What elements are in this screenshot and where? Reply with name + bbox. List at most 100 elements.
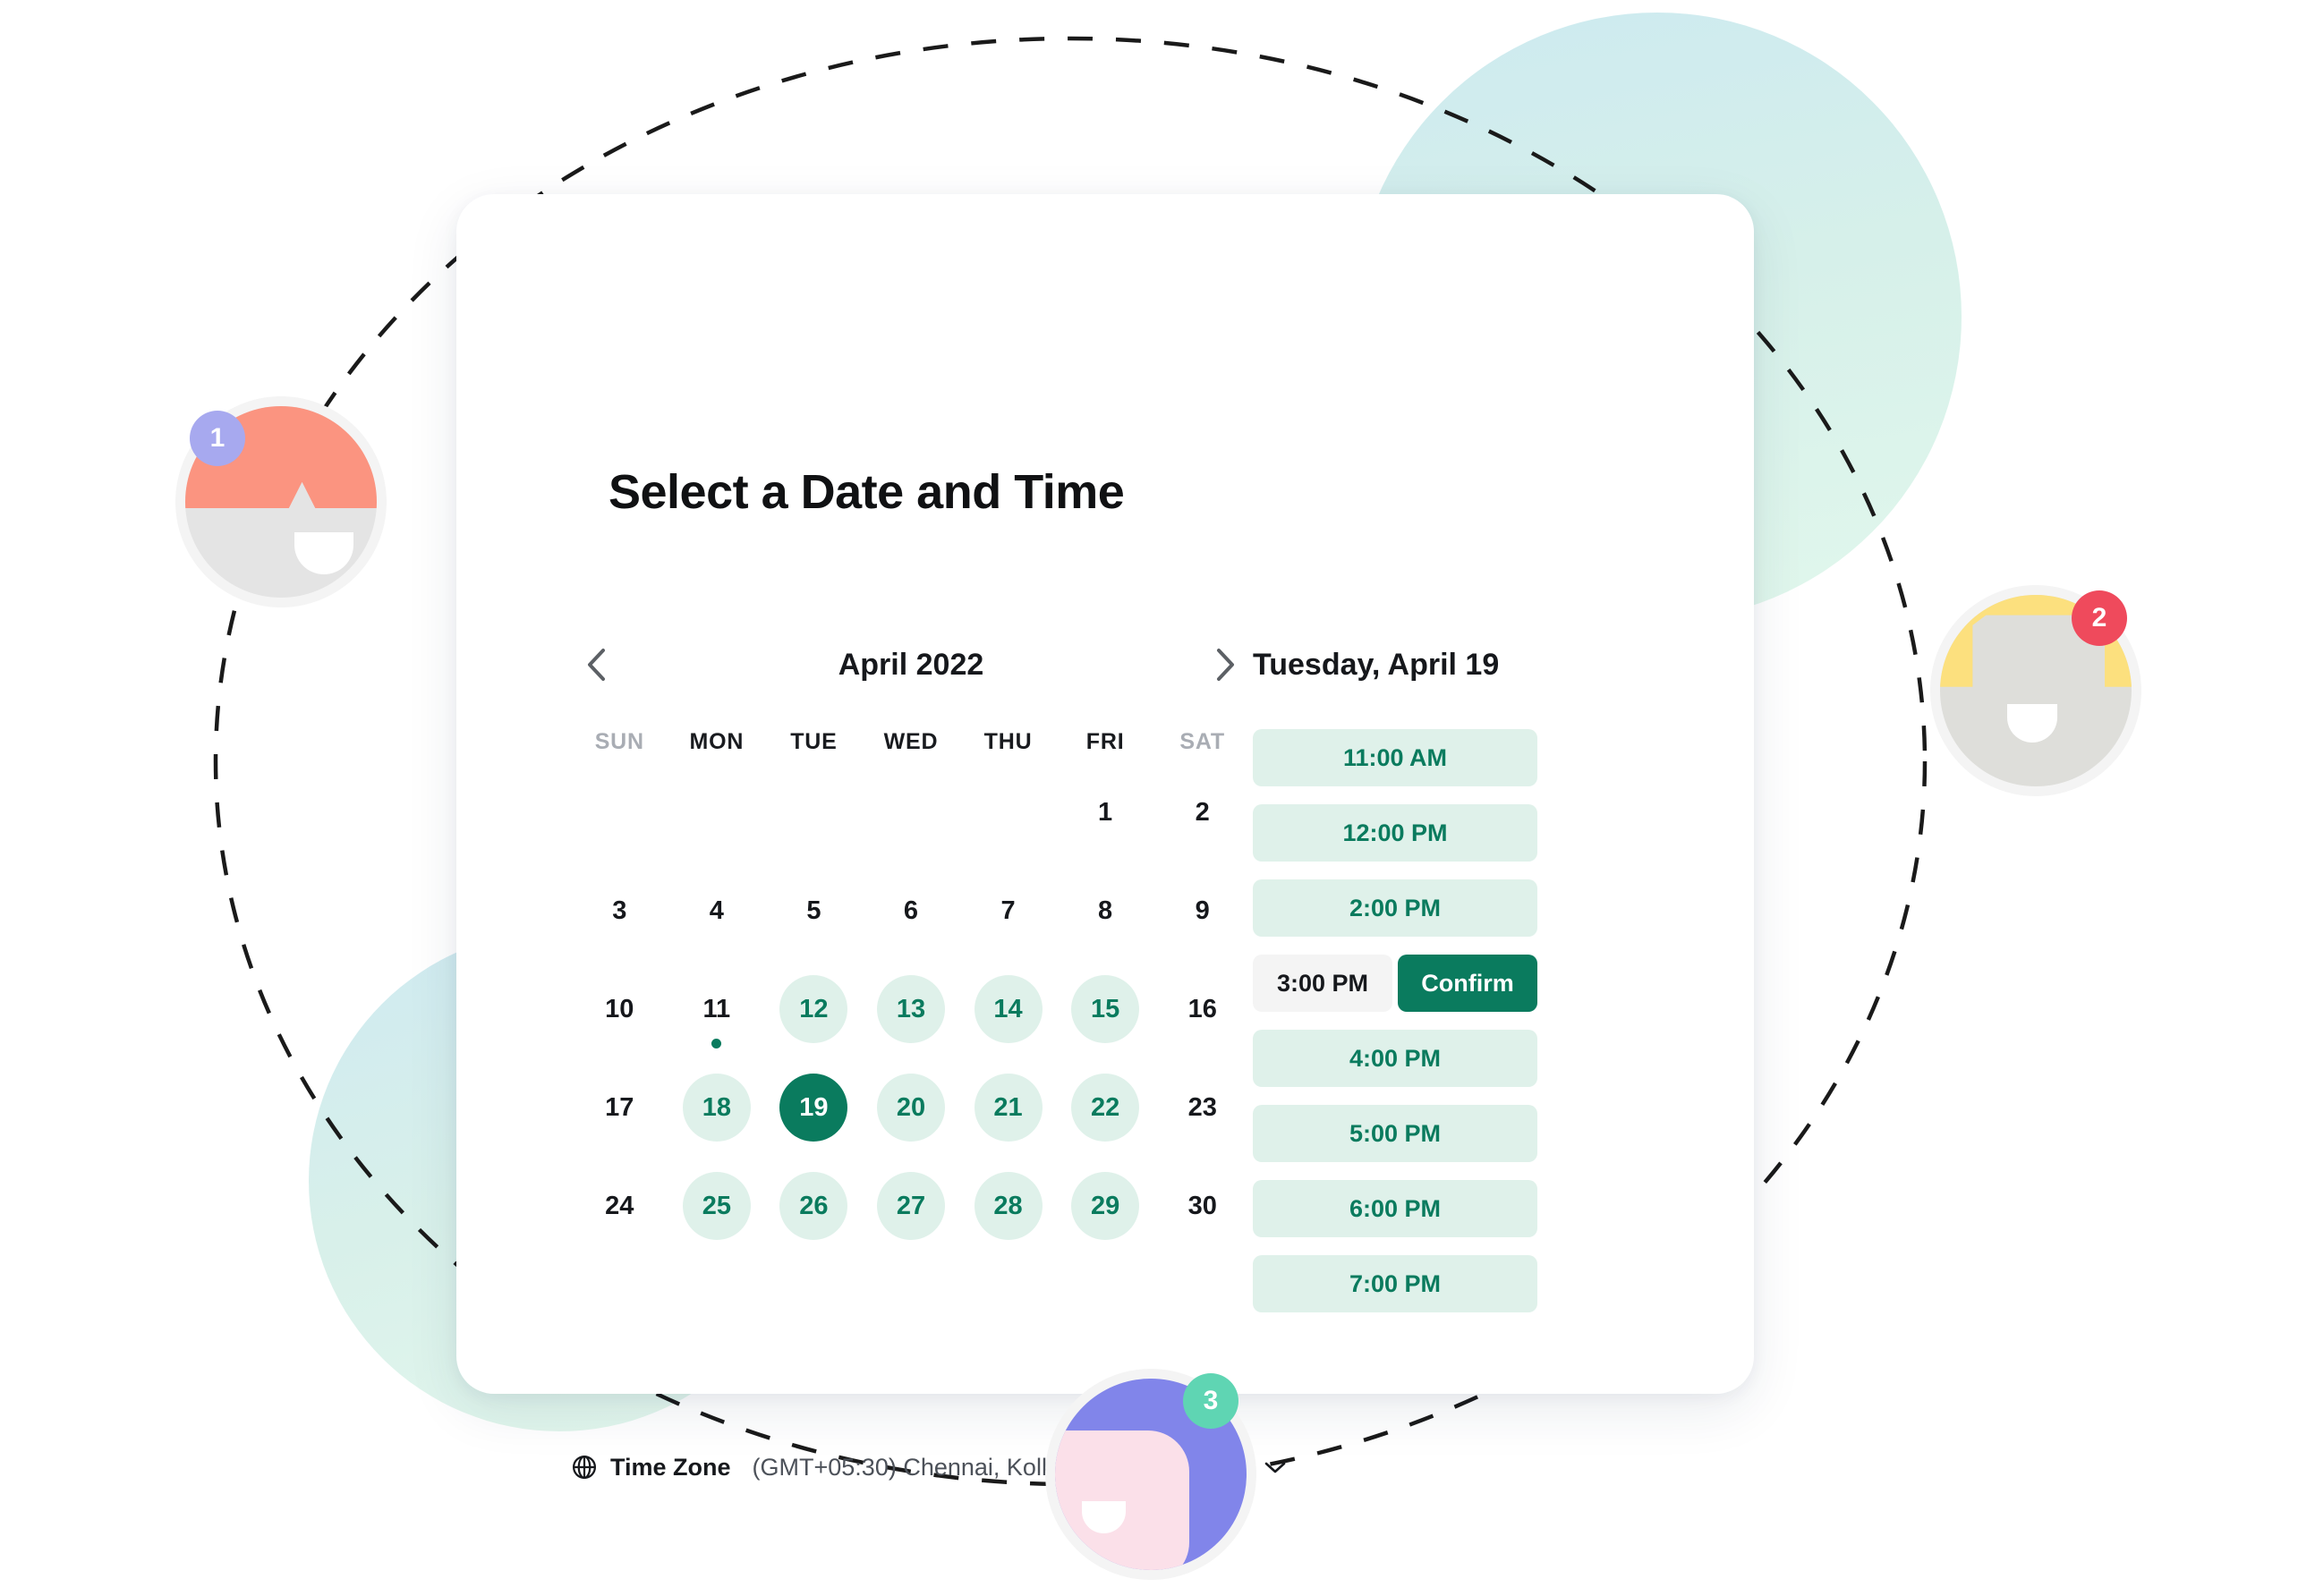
- time-slot-button[interactable]: 4:00 PM: [1253, 1030, 1537, 1087]
- calendar-day: 1: [1057, 771, 1154, 853]
- calendar-day: 5: [765, 870, 863, 952]
- month-label: April 2022: [838, 647, 984, 682]
- calendar-week-row: 10 11 12 13 14 15 16: [571, 968, 1251, 1050]
- calendar-day-number: 4: [709, 896, 724, 925]
- calendar-day-number: 9: [1195, 896, 1210, 925]
- calendar-day-number: 20: [876, 1074, 945, 1142]
- avatar-badge: 1: [190, 411, 245, 466]
- calendar-day-number: 6: [903, 896, 919, 925]
- selected-date-heading: Tuesday, April 19: [1253, 647, 1500, 682]
- calendar-day[interactable]: 22: [1057, 1066, 1154, 1149]
- calendar-day: 16: [1153, 968, 1251, 1050]
- weekday-header: SAT: [1179, 729, 1225, 754]
- chevron-left-icon: [588, 649, 605, 681]
- calendar-day-number: 7: [1000, 896, 1016, 925]
- calendar-day-number: 3: [612, 896, 627, 925]
- calendar-day-number: 29: [1071, 1172, 1140, 1240]
- calendar-day[interactable]: 13: [863, 968, 960, 1050]
- calendar-day-empty: [765, 771, 863, 853]
- calendar-grid: 1 2 3 4 5 6 7 8 9 10 11 12 13 14 15 16 17 18 19 20 21 22 23 24 2…: [571, 771, 1253, 1247]
- calendar-day[interactable]: 26: [765, 1165, 863, 1247]
- calendar-day-number: 30: [1187, 1191, 1217, 1220]
- calendar-day-number: 8: [1098, 896, 1113, 925]
- time-slot-button[interactable]: 7:00 PM: [1253, 1255, 1537, 1312]
- calendar-day-empty: [863, 771, 960, 853]
- avatar-badge: 3: [1183, 1373, 1238, 1429]
- confirm-button[interactable]: Confirm: [1398, 955, 1537, 1012]
- calendar-day: 11: [668, 968, 766, 1050]
- time-slot-selected-row: 3:00 PM Confirm: [1253, 955, 1537, 1012]
- calendar-day-number: 24: [605, 1191, 634, 1220]
- calendar-day-number: 27: [876, 1172, 945, 1240]
- chevron-right-icon: [1217, 649, 1234, 681]
- calendar-header: April 2022: [571, 640, 1251, 690]
- calendar-day: 8: [1057, 870, 1154, 952]
- time-slot-button[interactable]: 5:00 PM: [1253, 1105, 1537, 1162]
- calendar-week-row: 12: [571, 771, 1251, 853]
- calendar-day-number: 1: [1098, 797, 1113, 827]
- calendar-day[interactable]: 27: [863, 1165, 960, 1247]
- calendar-week-row: 3 4 5 6 7 8 9: [571, 870, 1251, 952]
- time-slot-button[interactable]: 2:00 PM: [1253, 879, 1537, 937]
- calendar-day-number: 25: [682, 1172, 751, 1240]
- calendar-day-number: 5: [806, 896, 821, 925]
- picker-body: April 2022 SUN MON TUE WED THU FRI SAT 1234567…: [456, 640, 1754, 1330]
- calendar-day: 23: [1153, 1066, 1251, 1149]
- time-slot-button[interactable]: 11:00 AM: [1253, 729, 1537, 786]
- timezone-dropdown-toggle[interactable]: [1264, 1460, 1287, 1474]
- calendar-day-number: 14: [974, 975, 1043, 1043]
- calendar-day[interactable]: 14: [959, 968, 1057, 1050]
- calendar-day[interactable]: 29: [1057, 1165, 1154, 1247]
- time-slot-button[interactable]: 6:00 PM: [1253, 1180, 1537, 1237]
- weekday-header: FRI: [1085, 729, 1125, 754]
- calendar-day-number: 16: [1187, 994, 1217, 1023]
- calendar-day[interactable]: 18: [668, 1066, 766, 1149]
- calendar-day: 7: [959, 870, 1057, 952]
- calendar-day-number: 17: [605, 1092, 634, 1122]
- weekday-header-row: SUN MON TUE WED THU FRI SAT: [571, 729, 1251, 755]
- calendar-week-row: 24 25 26 27 28 29 30: [571, 1165, 1251, 1247]
- prev-month-button[interactable]: [571, 640, 621, 690]
- calendar-day-number: 2: [1195, 797, 1210, 827]
- weekday-header: TUE: [790, 729, 838, 754]
- calendar-day-empty: [571, 771, 668, 853]
- time-slots-panel: Tuesday, April 19 11:00 AM 12:00 PM 2:00 P…: [1253, 640, 1754, 1330]
- calendar-day-number: 15: [1071, 975, 1140, 1043]
- time-slot-button[interactable]: 12:00 PM: [1253, 804, 1537, 862]
- calendar-day-number: 13: [876, 975, 945, 1043]
- weekday-header: SUN: [594, 729, 644, 754]
- calendar-day-number: 22: [1071, 1074, 1140, 1142]
- calendar-day: 2: [1153, 771, 1251, 853]
- calendar-day: 6: [863, 870, 960, 952]
- calendar-week-row: 17 18 19 20 21 22 23: [571, 1066, 1251, 1149]
- calendar-day[interactable]: 15: [1057, 968, 1154, 1050]
- calendar-day: 4: [668, 870, 766, 952]
- calendar-day[interactable]: 20: [863, 1066, 960, 1149]
- today-indicator-dot: [711, 1039, 722, 1048]
- chevron-down-icon: [1264, 1462, 1285, 1473]
- calendar-day[interactable]: 21: [959, 1066, 1057, 1149]
- next-month-button[interactable]: [1201, 640, 1251, 690]
- calendar-day-number: 21: [974, 1074, 1043, 1142]
- calendar-day: 24: [571, 1165, 668, 1247]
- calendar-day[interactable]: 28: [959, 1165, 1057, 1247]
- calendar-day-number: 18: [682, 1074, 751, 1142]
- page-title: Select a Date and Time: [609, 465, 1125, 519]
- calendar-day[interactable]: 12: [765, 968, 863, 1050]
- calendar-day-number: 23: [1187, 1092, 1217, 1122]
- calendar-day-number: 26: [779, 1172, 848, 1240]
- globe-icon: [573, 1456, 596, 1479]
- weekday-header: THU: [983, 729, 1033, 754]
- avatar-face-shape: [1055, 1430, 1189, 1570]
- calendar-day: 10: [571, 968, 668, 1050]
- time-slot-list: 11:00 AM 12:00 PM 2:00 PM 3:00 PM Confirm 4:0…: [1253, 729, 1754, 1312]
- time-slot-selected[interactable]: 3:00 PM: [1253, 955, 1392, 1012]
- calendar-day: 3: [571, 870, 668, 952]
- calendar-day-number: 10: [605, 994, 634, 1023]
- date-time-picker-card: Select a Date and Time April 2022 SUN MON…: [456, 194, 1754, 1481]
- calendar-day[interactable]: 25: [668, 1165, 766, 1247]
- calendar-day[interactable]: 19: [765, 1066, 863, 1149]
- calendar-day-number: 28: [974, 1172, 1043, 1240]
- timezone-label: Time Zone: [610, 1453, 731, 1481]
- calendar-panel: April 2022 SUN MON TUE WED THU FRI SAT 1234567…: [456, 640, 1253, 1330]
